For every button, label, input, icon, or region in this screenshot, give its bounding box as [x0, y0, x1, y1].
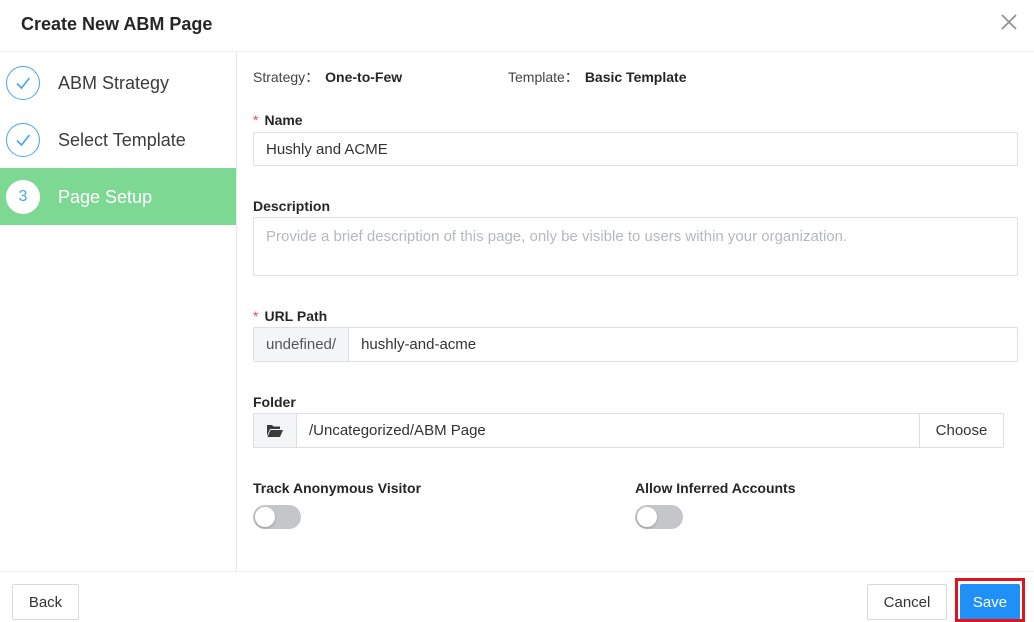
- step-select-template[interactable]: Select Template: [0, 111, 236, 168]
- folder-open-icon: [254, 414, 297, 447]
- toggle-knob: [255, 507, 275, 527]
- description-label: Description: [253, 198, 331, 214]
- create-abm-page-dialog: Create New ABM Page ABM Strategy Select …: [0, 0, 1034, 622]
- url-path-label: * URL Path: [253, 308, 328, 324]
- folder-field: /Uncategorized/ABM Page Choose: [253, 413, 1004, 448]
- page-setup-form: Strategy： One-to-Few Template： Basic Templ…: [237, 52, 1034, 571]
- template-info: Template： Basic Template: [508, 68, 686, 86]
- strategy-info: Strategy： One-to-Few: [253, 68, 402, 86]
- close-icon[interactable]: [1000, 13, 1018, 31]
- step-abm-strategy[interactable]: ABM Strategy: [0, 54, 236, 111]
- template-value: Basic Template: [584, 69, 687, 85]
- cancel-button[interactable]: Cancel: [867, 584, 947, 620]
- name-label: * Name: [253, 112, 303, 128]
- allow-inferred-toggle[interactable]: [635, 505, 683, 529]
- required-mark: *: [253, 308, 259, 324]
- track-anonymous-toggle[interactable]: [253, 505, 301, 529]
- dialog-header: Create New ABM Page: [0, 0, 1034, 52]
- strategy-value: One-to-Few: [325, 69, 403, 85]
- description-textarea[interactable]: Provide a brief description of this page…: [253, 217, 1018, 276]
- choose-folder-button[interactable]: Choose: [919, 414, 1003, 447]
- dialog-title: Create New ABM Page: [21, 14, 213, 34]
- url-prefix: undefined/: [254, 328, 350, 361]
- strategy-label: Strategy：: [253, 69, 320, 85]
- required-mark: *: [253, 112, 259, 128]
- steps-sidebar: ABM Strategy Select Template 3 Page Setu…: [0, 52, 237, 571]
- step-number: 3: [6, 180, 40, 214]
- allow-inferred-label: Allow Inferred Accounts: [635, 480, 796, 496]
- name-input[interactable]: Hushly and ACME: [253, 132, 1018, 166]
- check-icon: [6, 123, 40, 157]
- toggle-knob: [637, 507, 657, 527]
- step-label: ABM Strategy: [58, 73, 170, 93]
- save-button-highlight: [955, 578, 1025, 622]
- step-label: Select Template: [58, 130, 186, 150]
- folder-path[interactable]: /Uncategorized/ABM Page: [297, 414, 919, 447]
- dialog-footer: Back Cancel Save: [0, 571, 1034, 622]
- track-anonymous-label: Track Anonymous Visitor: [253, 480, 422, 496]
- step-label: Page Setup: [58, 187, 153, 207]
- check-icon: [6, 66, 40, 100]
- url-path-field: undefined/ hushly-and-acme: [253, 327, 1018, 362]
- url-path-input[interactable]: hushly-and-acme: [349, 328, 1017, 361]
- folder-label: Folder: [253, 394, 296, 410]
- step-page-setup[interactable]: 3 Page Setup: [0, 168, 236, 225]
- back-button[interactable]: Back: [12, 584, 79, 620]
- template-label: Template：: [508, 69, 579, 85]
